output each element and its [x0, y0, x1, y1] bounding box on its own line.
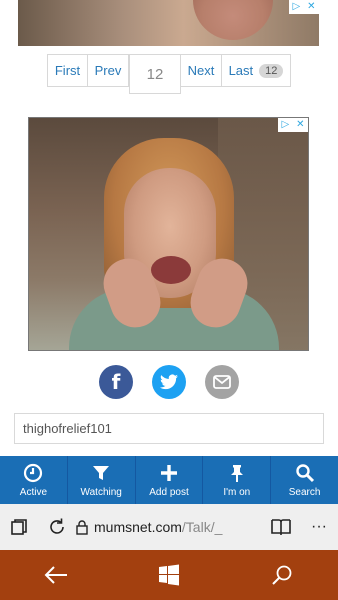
tabs-icon [11, 519, 27, 535]
system-nav-bar [0, 550, 338, 600]
pin-icon [230, 464, 243, 482]
ad-mouth [151, 256, 191, 284]
search-icon [295, 463, 314, 482]
pagination-last-link[interactable]: Last 12 [222, 55, 290, 86]
back-button[interactable] [26, 550, 86, 600]
address-bar[interactable]: mumsnet.com/Talk/_ [76, 519, 262, 535]
book-icon [271, 519, 291, 535]
bottom-action-bar: Active Watching Add post I'm on Search [0, 456, 338, 504]
adchoices-icon[interactable]: ▷ [281, 118, 289, 132]
twitter-share-button[interactable] [152, 365, 186, 399]
active-label: Active [19, 486, 48, 498]
adchoices-badge[interactable]: ▷ ✕ [289, 0, 319, 14]
ad-close-icon[interactable]: ✕ [307, 0, 315, 14]
username-field[interactable]: thighofrelief101 [14, 413, 324, 444]
add-post-label: Add post [149, 486, 189, 498]
adchoices-badge[interactable]: ▷ ✕ [278, 118, 308, 132]
main-ad[interactable]: ▷ ✕ [28, 117, 309, 351]
pagination-last-label: Last [228, 63, 254, 78]
url-domain: mumsnet.com [94, 519, 182, 535]
top-ad-banner[interactable]: ▷ ✕ [18, 0, 319, 46]
ad-close-icon[interactable]: ✕ [296, 118, 304, 132]
watching-label: Watching [80, 486, 122, 498]
lock-icon [76, 519, 88, 535]
search-icon [271, 565, 292, 585]
add-post-button[interactable]: Add post [136, 456, 204, 504]
email-share-button[interactable] [205, 365, 239, 399]
start-button[interactable] [139, 550, 199, 600]
ad-image [193, 0, 273, 40]
pagination-current-page[interactable]: 12 [129, 54, 181, 94]
facebook-icon: f [111, 370, 121, 394]
back-arrow-icon [44, 566, 68, 584]
active-button[interactable]: Active [0, 456, 68, 504]
plus-icon [160, 464, 177, 481]
reading-view-button[interactable] [262, 504, 300, 550]
more-button[interactable]: ··· [300, 504, 338, 550]
url-text: mumsnet.com/Talk/_ [94, 519, 222, 535]
refresh-button[interactable] [38, 504, 76, 550]
im-on-label: I'm on [223, 486, 251, 498]
pagination-prev-link[interactable]: Prev [88, 55, 129, 86]
filter-icon [93, 465, 110, 480]
search-button[interactable]: Search [271, 456, 338, 504]
search-label: Search [288, 486, 321, 498]
pagination-first-link[interactable]: First [48, 55, 88, 86]
url-path: /Talk/_ [181, 519, 223, 535]
adchoices-icon[interactable]: ▷ [292, 0, 300, 14]
pagination-next-link[interactable]: Next [181, 55, 222, 86]
tabs-button[interactable] [0, 504, 38, 550]
windows-logo-icon [158, 564, 179, 586]
envelope-icon [213, 375, 231, 389]
search-nav-button[interactable] [252, 550, 312, 600]
refresh-icon [50, 518, 64, 534]
pagination-last-badge: 12 [259, 63, 284, 78]
facebook-share-button[interactable]: f [99, 365, 133, 399]
clock-icon [24, 463, 43, 482]
page: ▷ ✕ First Prev 12 Next Last 12 ▷ ✕ f thi… [0, 0, 338, 600]
browser-toolbar: mumsnet.com/Talk/_ ··· [0, 504, 338, 550]
im-on-button[interactable]: I'm on [203, 456, 272, 504]
watching-button[interactable]: Watching [68, 456, 136, 504]
twitter-icon [160, 374, 178, 390]
pagination: First Prev 12 Next Last 12 [47, 54, 291, 94]
